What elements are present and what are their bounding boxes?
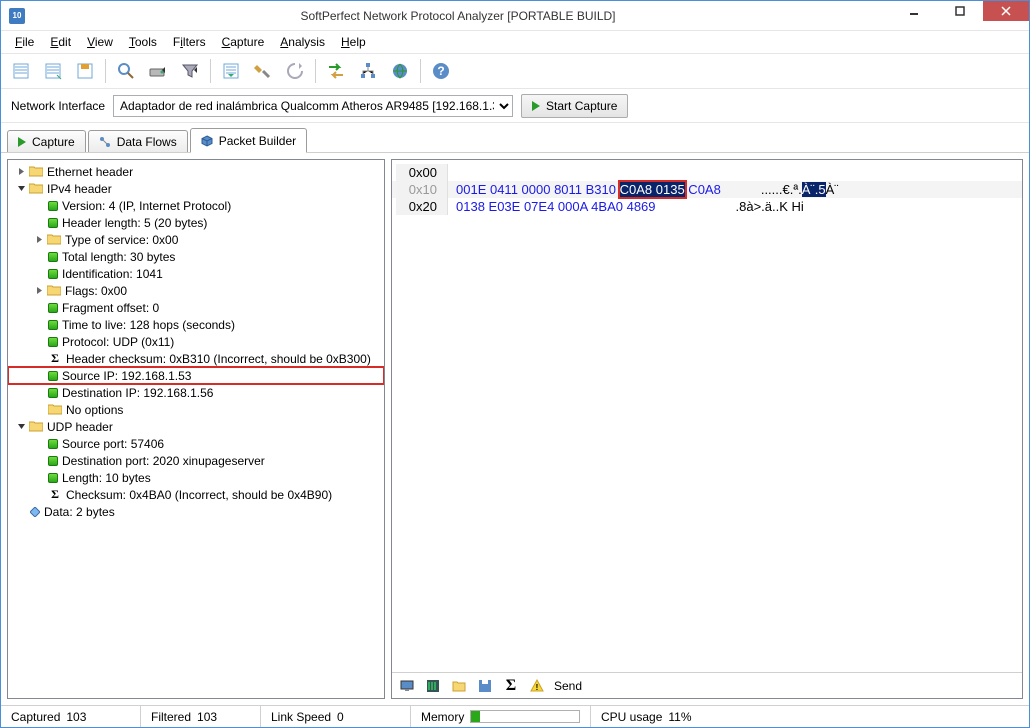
tree-uchk[interactable]: ΣChecksum: 0x4BA0 (Incorrect, should be … xyxy=(8,486,384,503)
hex-sigma-icon[interactable]: Σ xyxy=(502,677,520,695)
tree-tos[interactable]: Type of service: 0x00 xyxy=(8,231,384,248)
interface-bar: Network Interface Adaptador de red inalá… xyxy=(1,89,1029,123)
toolbar-sep xyxy=(420,59,421,83)
work-area: Ethernet header IPv4 header Version: 4 (… xyxy=(1,153,1029,705)
toolbar-list-icon[interactable] xyxy=(217,57,245,85)
tab-packetbuilder[interactable]: Packet Builder xyxy=(190,128,307,152)
tree-ulen[interactable]: Length: 10 bytes xyxy=(8,469,384,486)
menu-view[interactable]: View xyxy=(81,33,119,51)
tree-srcip[interactable]: Source IP: 192.168.1.53 xyxy=(8,367,384,384)
maximize-button[interactable] xyxy=(937,1,983,21)
toolbar-help-icon[interactable]: ? xyxy=(427,57,455,85)
tab-row: Capture Data Flows Packet Builder xyxy=(1,123,1029,153)
svg-text:!: ! xyxy=(536,683,539,692)
toolbar-drive-icon[interactable] xyxy=(144,57,172,85)
interface-label: Network Interface xyxy=(11,99,105,113)
tree-version[interactable]: Version: 4 (IP, Internet Protocol) xyxy=(8,197,384,214)
hex-dump[interactable]: 0x00 0x10 001E 0411 0000 8011 B310 C0A8 … xyxy=(392,160,1022,672)
menu-bar: File Edit View Tools Filters Capture Ana… xyxy=(1,31,1029,53)
tree-proto[interactable]: Protocol: UDP (0x11) xyxy=(8,333,384,350)
toolbar-sep xyxy=(105,59,106,83)
toolbar-sep xyxy=(315,59,316,83)
status-linkspeed: Link Speed0 xyxy=(261,706,411,727)
toolbar-save-icon[interactable] xyxy=(71,57,99,85)
window-title: SoftPerfect Network Protocol Analyzer [P… xyxy=(25,9,891,23)
flow-icon xyxy=(99,136,111,148)
tree-tlen[interactable]: Total length: 30 bytes xyxy=(8,248,384,265)
close-button[interactable] xyxy=(983,1,1029,21)
minimize-button[interactable] xyxy=(891,1,937,21)
tree-id[interactable]: Identification: 1041 xyxy=(8,265,384,282)
app-window: 10 SoftPerfect Network Protocol Analyzer… xyxy=(0,0,1030,728)
app-icon: 10 xyxy=(9,8,25,24)
toolbar-open-icon[interactable] xyxy=(39,57,67,85)
cube-icon xyxy=(201,135,213,147)
toolbar-refresh-icon[interactable] xyxy=(281,57,309,85)
tree-udp[interactable]: UDP header xyxy=(8,418,384,435)
window-controls xyxy=(891,1,1029,30)
toolbar: ? xyxy=(1,53,1029,89)
status-filtered: Filtered103 xyxy=(141,706,261,727)
menu-tools[interactable]: Tools xyxy=(123,33,163,51)
hex-send-button[interactable]: Send xyxy=(554,679,582,693)
menu-analysis[interactable]: Analysis xyxy=(274,33,331,51)
toolbar-globe-icon[interactable] xyxy=(386,57,414,85)
title-bar: 10 SoftPerfect Network Protocol Analyzer… xyxy=(1,1,1029,31)
hex-open-icon[interactable] xyxy=(450,677,468,695)
hex-screen-icon[interactable] xyxy=(398,677,416,695)
play-icon xyxy=(532,101,540,111)
hex-matrix-icon[interactable] xyxy=(424,677,442,695)
hex-panel: 0x00 0x10 001E 0411 0000 8011 B310 C0A8 … xyxy=(391,159,1023,699)
hex-row[interactable]: 0x10 001E 0411 0000 8011 B310 C0A8 0135 … xyxy=(392,181,1022,198)
hex-toolbar: Σ ! Send xyxy=(392,672,1022,698)
toolbar-filter-icon[interactable] xyxy=(176,57,204,85)
menu-help[interactable]: Help xyxy=(335,33,372,51)
toolbar-network-icon[interactable] xyxy=(354,57,382,85)
toolbar-tools-icon[interactable] xyxy=(249,57,277,85)
tree-sport[interactable]: Source port: 57406 xyxy=(8,435,384,452)
packet-tree[interactable]: Ethernet header IPv4 header Version: 4 (… xyxy=(7,159,385,699)
memory-bar xyxy=(470,710,580,723)
status-captured: Captured103 xyxy=(1,706,141,727)
status-cpu: CPU usage11% xyxy=(591,706,702,727)
tree-frag[interactable]: Fragment offset: 0 xyxy=(8,299,384,316)
toolbar-find-icon[interactable] xyxy=(112,57,140,85)
tree-dport[interactable]: Destination port: 2020 xinupageserver xyxy=(8,452,384,469)
toolbar-new-icon[interactable] xyxy=(7,57,35,85)
start-capture-button[interactable]: Start Capture xyxy=(521,94,628,118)
status-memory: Memory xyxy=(411,706,591,727)
play-icon xyxy=(18,137,26,147)
tree-hlen[interactable]: Header length: 5 (20 bytes) xyxy=(8,214,384,231)
tab-capture[interactable]: Capture xyxy=(7,130,86,152)
interface-select[interactable]: Adaptador de red inalámbrica Qualcomm At… xyxy=(113,95,513,117)
svg-text:?: ? xyxy=(437,64,444,78)
menu-capture[interactable]: Capture xyxy=(216,33,271,51)
toolbar-sep xyxy=(210,59,211,83)
tab-dataflows[interactable]: Data Flows xyxy=(88,130,188,152)
hex-header: 0x00 xyxy=(392,164,1022,181)
menu-filters[interactable]: Filters xyxy=(167,33,212,51)
tree-flags[interactable]: Flags: 0x00 xyxy=(8,282,384,299)
tree-ttl[interactable]: Time to live: 128 hops (seconds) xyxy=(8,316,384,333)
tree-ethernet[interactable]: Ethernet header xyxy=(8,163,384,180)
menu-file[interactable]: File xyxy=(9,33,40,51)
hex-save-icon[interactable] xyxy=(476,677,494,695)
tree-chksum[interactable]: ΣHeader checksum: 0xB310 (Incorrect, sho… xyxy=(8,350,384,367)
tree-data[interactable]: Data: 2 bytes xyxy=(8,503,384,520)
menu-edit[interactable]: Edit xyxy=(44,33,77,51)
status-bar: Captured103 Filtered103 Link Speed0 Memo… xyxy=(1,705,1029,727)
tree-ipv4[interactable]: IPv4 header xyxy=(8,180,384,197)
hex-row[interactable]: 0x20 0138 E03E 07E4 000A 4BA0 4869 .8à>.… xyxy=(392,198,1022,215)
hex-warn-icon[interactable]: ! xyxy=(528,677,546,695)
toolbar-swap-icon[interactable] xyxy=(322,57,350,85)
tree-noopts[interactable]: No options xyxy=(8,401,384,418)
tree-dstip[interactable]: Destination IP: 192.168.1.56 xyxy=(8,384,384,401)
